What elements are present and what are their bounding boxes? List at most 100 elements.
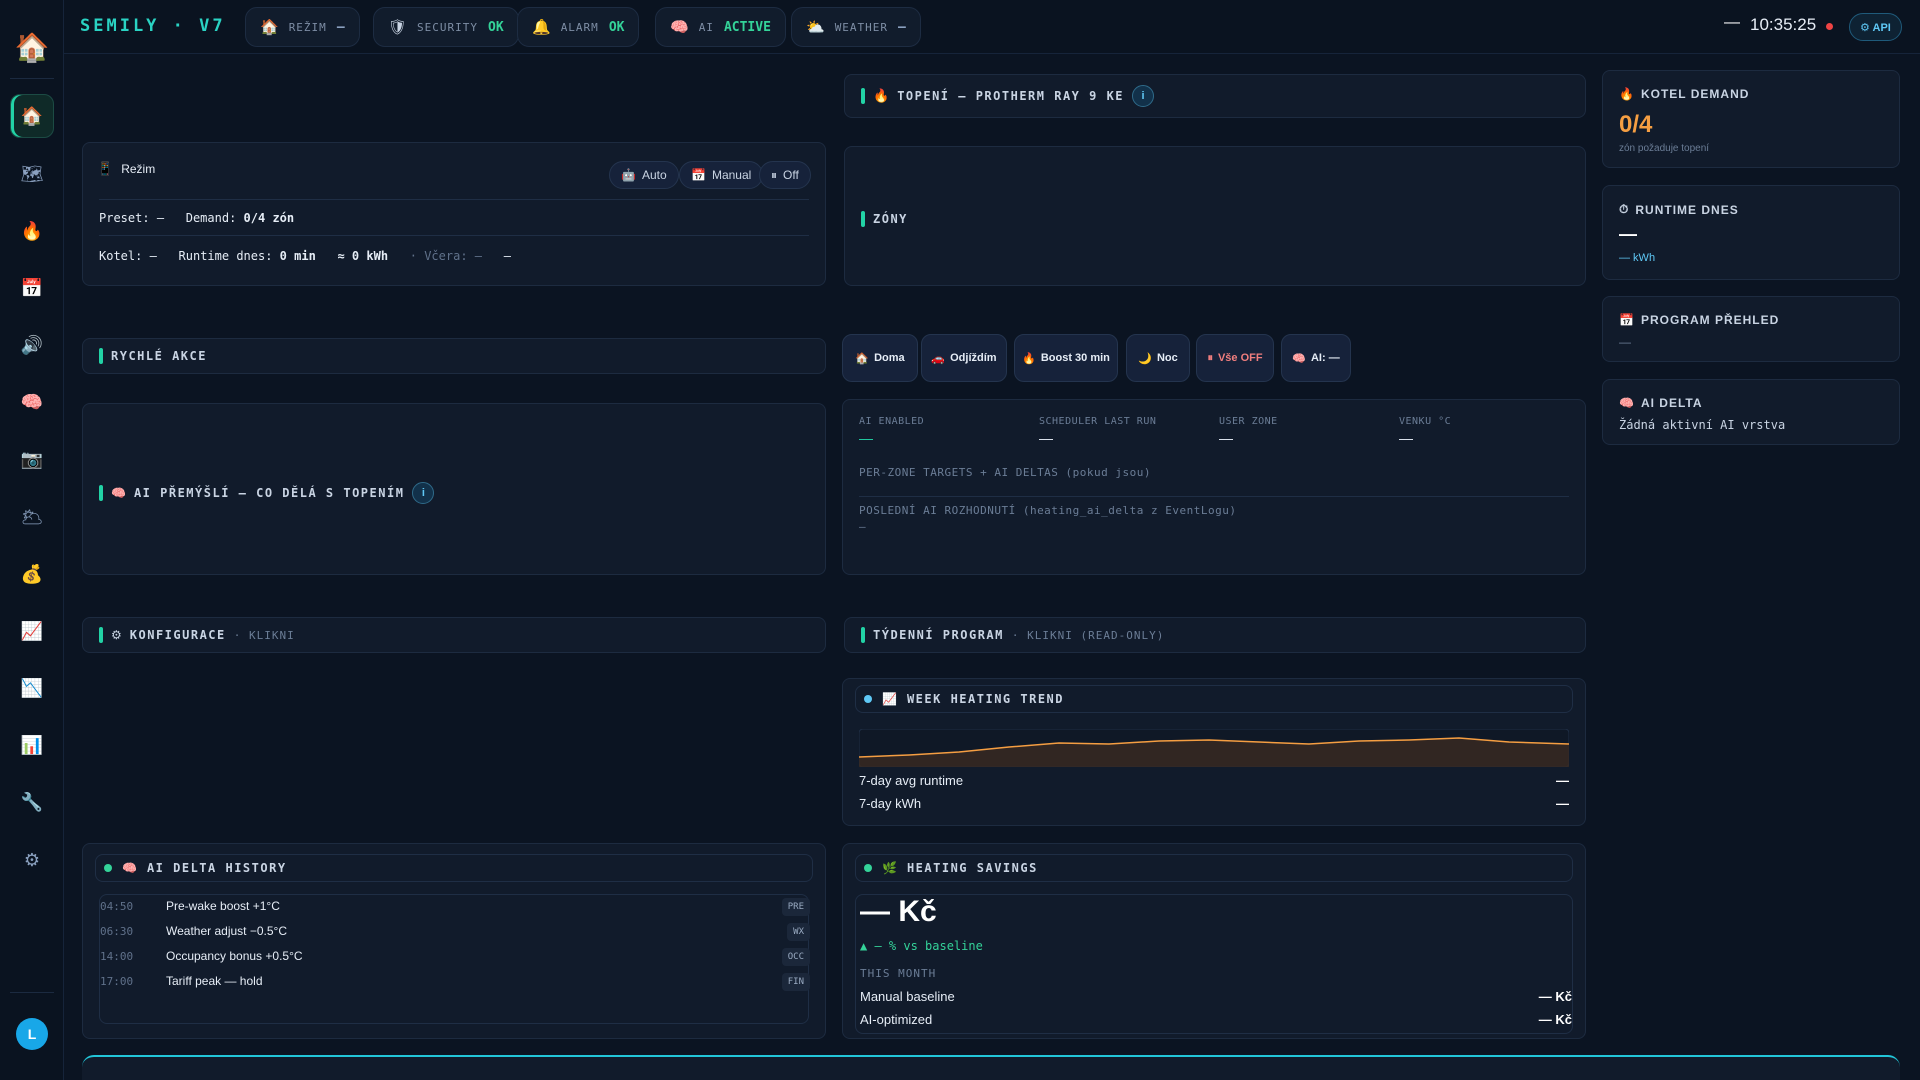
pill-value: — [336,19,345,35]
bottom-panel [82,1055,1900,1080]
robot-icon: 🤖 [621,168,636,182]
rail-item-home[interactable]: 🏠 [10,94,54,138]
map-icon: 🗺 [20,163,44,184]
mode-auto-button[interactable]: 🤖 Auto [609,161,679,189]
mode-icon: 🏠 [260,19,279,36]
chart-up-icon: 📈 [20,620,44,641]
wrench-icon: 🔧 [20,791,44,812]
bar-chart-icon: 📊 [20,734,44,755]
info-icon[interactable]: i [1132,85,1155,107]
weekly-program-header[interactable]: TÝDENNÍ PROGRAM · KLIKNI (READ-ONLY) [844,617,1586,653]
rail-item-money-bag[interactable]: 💰 [10,552,54,596]
savings-amount: — Kč [860,895,937,928]
kwh-value: ≈ 0 kWh [337,249,389,263]
config-title: KONFIGURACE [129,628,226,642]
recording-indicator [1826,23,1833,30]
status-pill-security[interactable]: 🛡 SECURITY OK [373,7,519,47]
preset-value: — [156,211,165,225]
ai-history-list: 04:50 Pre-wake boost +1°C PRE 06:30 Weather … [99,894,810,1024]
rail-item-wrench[interactable]: 🔧 [10,780,54,824]
fire-icon: 🔥 [1619,87,1635,101]
status-pill-mode[interactable]: 🏠 REŽIM — [245,7,360,47]
config-header[interactable]: ⚙ KONFIGURACE · KLIKNI [82,617,826,653]
ai-delta-value: Žádná aktivní AI vrstva [1619,418,1786,432]
pill-value: OK [608,19,625,35]
quick-actions-header[interactable]: RYCHLÉ AKCE [82,338,826,374]
mode-auto-label: Auto [641,168,667,182]
info-icon[interactable]: i [412,482,435,504]
rail-item-map[interactable]: 🗺 [10,152,54,196]
vse-off-icon: ⏸ [1207,351,1213,364]
home-icon: 🏠 [20,105,44,126]
accent-bar [99,485,103,501]
rail-item-chart-down[interactable]: 📉 [10,666,54,710]
history-tag: WX [787,923,810,941]
topeni-section-header[interactable]: 🔥 TOPENÍ — PROTHERM RAY 9 KE i [844,74,1586,118]
history-tag: OCC [781,948,810,966]
kotel-value: — [149,249,157,263]
last-ai-decision-label: POSLEDNÍ AI ROZHODNUTÍ (heating_ai_delta… [859,504,1237,517]
home-logo-icon[interactable]: 🏠 [14,30,50,66]
quick-action-label: Doma [874,352,905,364]
rail-item-chart-up[interactable]: 📈 [10,609,54,653]
mode-manual-button[interactable]: 📅 Manual [679,161,764,189]
quick-action-noc-button[interactable]: 🌙 Noc [1126,334,1190,382]
status-pill-alarm[interactable]: 🔔 ALARM OK [517,7,640,47]
savings-body: — Kč ▲ — % vs baseline THIS MONTH Manual… [855,894,1573,1034]
venku-label: VENKU °C [1399,416,1452,427]
brain-icon: 🧠 [122,861,137,875]
pause-icon: ⏸ [771,167,778,182]
rail-divider [10,78,54,79]
runtime-title-row: ⏱ RUNTIME DNES [1619,202,1739,217]
weekly-program-title: TÝDENNÍ PROGRAM [873,628,1004,642]
history-text: Weather adjust −0.5°C [166,924,287,938]
history-time: 17:00 [100,975,134,988]
rail-item-bar-chart[interactable]: 📊 [10,723,54,767]
mode-off-button[interactable]: ⏸ Off [759,161,811,189]
program-value: — [1619,335,1631,349]
fire-icon: 🔥 [20,220,44,241]
api-button[interactable]: ⚙ API [1849,13,1902,41]
config-subtitle: · KLIKNI [233,628,295,642]
ai-delta-card: 🧠 AI DELTA Žádná aktivní AI vrstva [1602,379,1900,445]
accent-bar [861,211,865,227]
quick-action-odjizdim-button[interactable]: 🚗 Odjíždím [921,334,1007,382]
rail-item-gear[interactable]: ⚙ [10,838,54,882]
calendar-icon: 📅 [20,277,44,298]
per-zone-label: PER-ZONE TARGETS + AI DELTAS (pokud jsou… [859,466,1152,479]
quick-action-boost-button[interactable]: 🔥 Boost 30 min [1014,334,1118,382]
status-pill-weather[interactable]: ⛅ WEATHER — [791,7,921,47]
rail-item-camera[interactable]: 📷 [10,437,54,481]
quick-action-ai-button[interactable]: 🧠 AI: — [1281,334,1351,382]
quick-action-doma-button[interactable]: 🏠 Doma [842,334,918,382]
week-trend-card: 📈 WEEK HEATING TREND 7-day avg runtime —… [842,678,1586,826]
rail-item-fire[interactable]: 🔥 [10,209,54,253]
rail-item-brain[interactable]: 🧠 [10,380,54,424]
last-ai-decision-value: — [859,520,867,533]
savings-period: THIS MONTH [860,967,937,980]
money-bag-icon: 💰 [20,563,44,584]
mode-card: 📱 Režim 🤖 Auto 📅 Manual ⏸ Off Preset: — … [82,142,826,286]
ai-enabled-label: AI ENABLED [859,416,925,427]
ai-state-card: AI ENABLED — SCHEDULER LAST RUN — USER Z… [842,399,1586,575]
brain-icon: 🧠 [111,486,126,500]
avatar[interactable]: L [16,1018,48,1050]
rail-item-calendar[interactable]: 📅 [10,266,54,310]
pill-value: — [898,19,906,35]
alarm-icon: 🔔 [532,19,551,36]
weekly-program-subtitle: · KLIKNI (READ-ONLY) [1011,628,1165,642]
ai-thinking-header[interactable]: 🧠 AI PŘEMÝŠLÍ — CO DĚLÁ S TOPENÍM i [99,482,435,504]
quick-action-vse-off-button[interactable]: ⏸ Vše OFF [1196,334,1274,382]
zones-title: ZÓNY [873,212,908,226]
pill-value: OK [488,19,504,35]
status-pill-ai[interactable]: 🧠 AI ACTIVE [655,7,786,47]
rail-item-weather[interactable]: 🌥 [10,495,54,539]
history-time: 14:00 [100,950,134,963]
ai-delta-title: AI DELTA [1640,396,1703,410]
trend-row-value: — [1556,773,1569,788]
rail-item-speaker[interactable]: 🔊 [10,323,54,367]
gear-icon: ⚙ [23,849,41,870]
divider [99,235,809,236]
quick-action-label: Vše OFF [1217,352,1263,364]
app-brand: SEMILY · V7 [80,16,226,36]
